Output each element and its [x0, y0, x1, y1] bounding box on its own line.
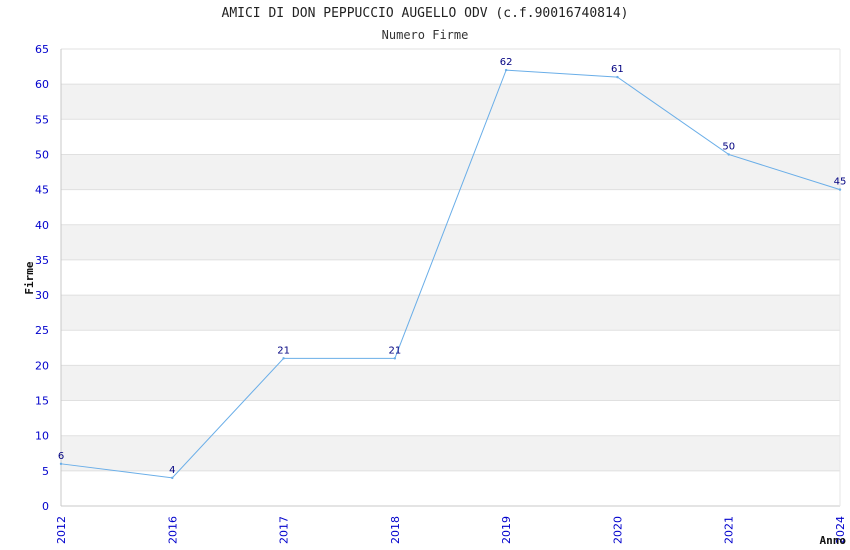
y-tick-label: 40: [35, 219, 49, 232]
data-label: 50: [722, 141, 735, 152]
grid-band: [61, 295, 840, 331]
data-label: 62: [500, 57, 513, 68]
data-point: [616, 75, 619, 79]
x-tick-label: 2018: [389, 516, 402, 544]
grid-band: [61, 365, 840, 401]
grid-band: [61, 435, 840, 471]
grid-band: [61, 224, 840, 260]
data-label: 21: [388, 345, 401, 356]
y-tick-label: 30: [35, 289, 49, 302]
y-tick-label: 55: [35, 113, 49, 126]
y-tick-label: 10: [35, 430, 49, 443]
x-tick-label: 2016: [166, 516, 179, 544]
y-axis-label: Firme: [23, 261, 36, 294]
y-tick-label: 5: [42, 465, 49, 478]
y-tick-label: 45: [35, 184, 49, 197]
x-tick-label: 2012: [55, 516, 68, 544]
y-tick-label: 20: [35, 359, 49, 372]
grid-band: [61, 154, 840, 190]
data-label: 6: [58, 451, 64, 462]
x-axis-label: Anno: [820, 534, 847, 547]
data-point: [282, 357, 285, 360]
y-tick-label: 65: [35, 43, 49, 56]
data-point: [727, 153, 730, 156]
y-tick-label: 25: [35, 324, 49, 337]
y-tick-label: 0: [42, 500, 49, 513]
x-tick-label: 2017: [278, 516, 291, 544]
y-tick-label: 60: [35, 78, 49, 91]
data-point: [59, 462, 63, 466]
data-label: 21: [277, 345, 290, 356]
y-tick-label: 50: [35, 148, 49, 161]
y-tick-label: 15: [35, 395, 49, 408]
x-tick-label: 2021: [723, 516, 736, 544]
series-line: [60, 69, 841, 479]
data-point: [504, 68, 508, 72]
grid-band: [61, 84, 840, 120]
data-label: 61: [611, 64, 624, 75]
data-point: [838, 188, 842, 191]
data-point: [171, 476, 174, 480]
data-point: [393, 357, 397, 360]
y-tick-label: 35: [35, 254, 49, 267]
data-label: 45: [834, 177, 847, 188]
x-tick-label: 2019: [500, 516, 513, 544]
line-chart: 0 5 10 15 20 25 30 35 40 45 50 55 60 65 2012 2016 2017 2…: [23, 43, 847, 547]
data-label: 4: [169, 465, 175, 476]
x-tick-label: 2020: [611, 516, 624, 544]
